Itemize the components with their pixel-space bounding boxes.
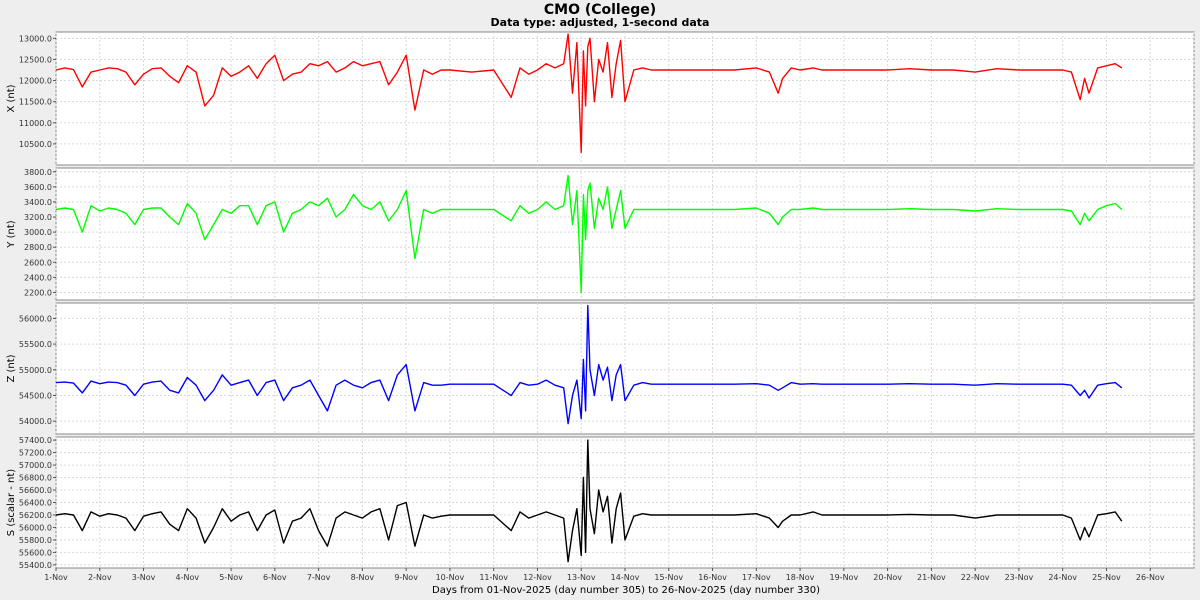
y-tick-label: 11500.0 [19, 98, 52, 107]
y-tick-label: 3800.0 [24, 168, 52, 177]
x-tick-label: 3-Nov [132, 573, 156, 582]
y-tick-label: 56000.0 [19, 314, 52, 323]
x-tick-label: 15-Nov [654, 573, 683, 582]
x-tick-label: 10-Nov [436, 573, 465, 582]
y-tick-label: 11000.0 [19, 119, 52, 128]
x-tick-label: 12-Nov [523, 573, 552, 582]
panel-3: 55400.0 55600.0 55800.0 56000.0 56200.0 56400… [6, 436, 1195, 570]
y-tick-label: 2200.0 [24, 288, 52, 297]
y-axis-label: Y (nt) [6, 220, 17, 248]
x-tick-label: 23-Nov [1005, 573, 1034, 582]
x-tick-label: 13-Nov [567, 573, 596, 582]
y-tick-label: 54500.0 [19, 391, 52, 400]
x-axis: 1-Nov 2-Nov 3-Nov 4-Nov 5-Nov 6-Nov 7-Nov 8-Nov… [44, 568, 1165, 582]
y-tick-label: 54000.0 [19, 417, 52, 426]
y-tick-label: 13000.0 [19, 34, 52, 43]
x-tick-label: 20-Nov [873, 573, 902, 582]
y-tick-label: 3200.0 [24, 213, 52, 222]
y-tick-label: 12000.0 [19, 77, 52, 86]
y-tick-label: 55000.0 [19, 366, 52, 375]
y-tick-label: 56600.0 [19, 486, 52, 495]
panels: 10500.0 11000.0 11500.0 12000.0 12500.0 13000… [6, 31, 1195, 570]
y-tick-label: 55600.0 [19, 548, 52, 557]
y-tick-label: 57400.0 [19, 436, 52, 445]
y-tick-label: 57000.0 [19, 461, 52, 470]
y-tick-label: 56400.0 [19, 499, 52, 508]
x-tick-label: 18-Nov [786, 573, 815, 582]
x-axis-label: Days from 01-Nov-2025 (day number 305) t… [432, 585, 820, 596]
x-tick-label: 6-Nov [263, 573, 287, 582]
y-axis-label: Z (nt) [6, 354, 17, 382]
x-tick-label: 19-Nov [830, 573, 859, 582]
x-tick-label: 26-Nov [1136, 573, 1165, 582]
y-tick-label: 55500.0 [19, 340, 52, 349]
panel-2: 54000.0 54500.0 55000.0 55500.0 56000.0 Z (nt… [6, 302, 1195, 435]
y-tick-label: 3000.0 [24, 228, 52, 237]
y-tick-label: 55800.0 [19, 536, 52, 545]
x-tick-label: 8-Nov [351, 573, 375, 582]
x-tick-label: 11-Nov [479, 573, 508, 582]
panel-0: 10500.0 11000.0 11500.0 12000.0 12500.0 13000… [6, 31, 1195, 166]
x-tick-label: 2-Nov [88, 573, 112, 582]
y-tick-label: 56800.0 [19, 474, 52, 483]
x-tick-label: 24-Nov [1048, 573, 1077, 582]
y-tick-label: 3600.0 [24, 183, 52, 192]
x-tick-label: 25-Nov [1092, 573, 1121, 582]
magnetometer-chart: CMO (College) Data type: adjusted, 1-sec… [0, 0, 1200, 600]
x-tick-label: 21-Nov [917, 573, 946, 582]
x-tick-label: 16-Nov [698, 573, 727, 582]
y-tick-label: 56200.0 [19, 511, 52, 520]
y-tick-label: 3400.0 [24, 198, 52, 207]
x-tick-label: 22-Nov [961, 573, 990, 582]
x-tick-label: 1-Nov [44, 573, 68, 582]
y-axis-label: S (scalar - nt) [6, 469, 17, 537]
y-tick-label: 56000.0 [19, 523, 52, 532]
y-tick-label: 55400.0 [19, 561, 52, 570]
x-tick-label: 5-Nov [219, 573, 243, 582]
y-axis-label: X (nt) [6, 84, 17, 112]
chart-svg: CMO (College) Data type: adjusted, 1-sec… [6, 2, 1195, 596]
x-tick-label: 9-Nov [394, 573, 418, 582]
x-tick-label: 14-Nov [611, 573, 640, 582]
x-tick-label: 4-Nov [176, 573, 200, 582]
x-tick-label: 17-Nov [742, 573, 771, 582]
y-tick-label: 2800.0 [24, 243, 52, 252]
y-tick-label: 12500.0 [19, 55, 52, 64]
y-tick-label: 2600.0 [24, 258, 52, 267]
y-tick-label: 10500.0 [19, 140, 52, 149]
y-tick-label: 2400.0 [24, 273, 52, 282]
x-tick-label: 7-Nov [307, 573, 331, 582]
panel-1: 2200.0 2400.0 2600.0 2800.0 3000.0 3200.0 3400… [6, 167, 1195, 301]
chart-subtitle: Data type: adjusted, 1-second data [491, 16, 710, 29]
y-tick-label: 57200.0 [19, 449, 52, 458]
